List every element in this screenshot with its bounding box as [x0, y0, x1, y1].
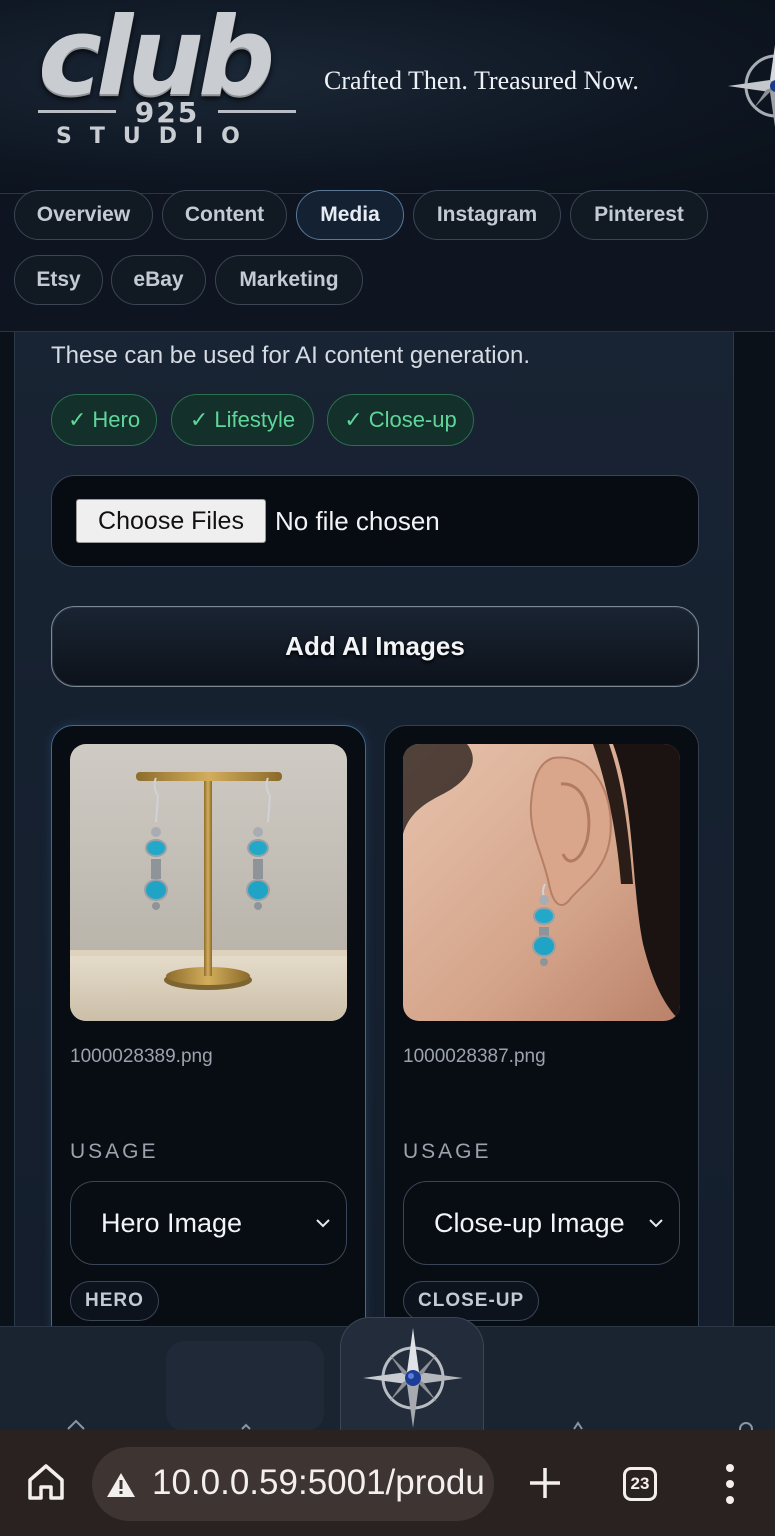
image-card-hero[interactable]: 1000028389.png USAGE Hero Image HERO [51, 725, 366, 1365]
tab-overview[interactable]: Overview [14, 190, 153, 240]
image-filename: 1000028389.png [70, 1046, 213, 1067]
tab-instagram[interactable]: Instagram [413, 190, 561, 240]
usage-select-value: Close-up Image [434, 1207, 625, 1238]
usage-label: USAGE [403, 1140, 492, 1163]
file-upload-field: Choose Files No file chosen [51, 475, 699, 567]
tagline: Crafted Then. Treasured Now. [324, 66, 639, 95]
usage-badge: CLOSE-UP [403, 1281, 540, 1321]
chip-label: Lifestyle [214, 407, 296, 432]
image-filename: 1000028387.png [403, 1046, 546, 1067]
compass-rose-icon [728, 45, 775, 127]
earring-on-ear-photo [403, 744, 680, 1021]
settings-gear-icon[interactable] [736, 1417, 756, 1431]
tab-content[interactable]: Content [162, 190, 287, 240]
nav-item-icon[interactable] [568, 1417, 588, 1431]
usage-label: USAGE [70, 1140, 159, 1163]
usage-select[interactable]: Hero Image [70, 1181, 347, 1265]
usage-select[interactable]: Close-up Image [403, 1181, 680, 1265]
tab-pinterest[interactable]: Pinterest [570, 190, 708, 240]
browser-toolbar: 10.0.0.59:5001/produ 23 [0, 1430, 775, 1536]
chip-hero: ✓ Hero [51, 394, 157, 446]
nav-item-icon[interactable] [236, 1417, 256, 1431]
warning-icon[interactable] [106, 1471, 136, 1498]
club925-logo[interactable]: club 925 STUDIO [34, 4, 304, 153]
chip-close-up: ✓ Close-up [327, 394, 474, 446]
media-panel: These can be used for AI content generat… [14, 332, 734, 1365]
chip-label: Hero [92, 407, 141, 432]
earrings-stand-photo [70, 744, 347, 1021]
file-status: No file chosen [275, 506, 440, 536]
tab-media[interactable]: Media [296, 190, 404, 240]
app-root: club 925 STUDIO Crafted Then. Treasured … [0, 0, 775, 1536]
chevron-down-icon [316, 1219, 330, 1228]
check-icon: ✓ [189, 407, 209, 432]
image-card-close-up[interactable]: 1000028387.png USAGE Close-up Image CLOS… [384, 725, 699, 1365]
add-ai-images-button[interactable]: Add AI Images [51, 606, 699, 687]
choose-files-button[interactable]: Choose Files [76, 499, 266, 543]
ai-usage-note: These can be used for AI content generat… [51, 342, 530, 369]
nav-center-button[interactable] [340, 1317, 484, 1435]
app-header: club 925 STUDIO Crafted Then. Treasured … [0, 0, 775, 194]
section-tabs: Overview Content Media Instagram Pintere… [0, 190, 775, 332]
usage-badge: HERO [70, 1281, 159, 1321]
nav-home-icon[interactable] [66, 1417, 86, 1431]
tab-switcher-icon[interactable]: 23 [623, 1467, 657, 1501]
check-icon: ✓ [344, 407, 363, 432]
tab-etsy[interactable]: Etsy [14, 255, 103, 305]
url-text: 10.0.0.59:5001/produ [152, 1463, 485, 1502]
plus-icon[interactable] [528, 1466, 562, 1500]
bottom-nav [0, 1317, 775, 1435]
logo-sub: STUDIO [56, 124, 258, 149]
chip-label: Close-up [368, 407, 457, 432]
more-vert-icon[interactable] [720, 1462, 740, 1506]
compass-rose-icon [363, 1328, 463, 1428]
tab-marketing[interactable]: Marketing [215, 255, 363, 305]
image-thumbnail[interactable] [70, 744, 347, 1021]
url-bar[interactable]: 10.0.0.59:5001/produ [92, 1447, 494, 1521]
chevron-down-icon [649, 1219, 663, 1228]
usage-select-value: Hero Image [101, 1207, 243, 1238]
image-thumbnail[interactable] [403, 744, 680, 1021]
check-icon: ✓ [67, 407, 87, 432]
chip-lifestyle: ✓ Lifestyle [171, 394, 314, 446]
home-icon[interactable] [24, 1460, 68, 1504]
tab-ebay[interactable]: eBay [111, 255, 206, 305]
